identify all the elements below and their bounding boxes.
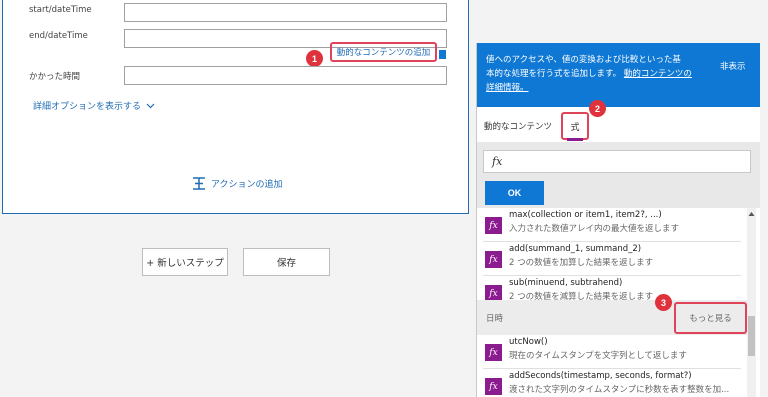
info-text-2: 本的な処理を行う式を追加します。 — [486, 69, 622, 79]
scrollbar[interactable] — [747, 208, 756, 397]
function-icon: fx — [485, 378, 502, 395]
end-datetime-label: end/dateTime — [29, 31, 88, 41]
expression-input[interactable]: fx — [483, 150, 751, 173]
section-header-datetime: 日時 もっと見る — [477, 300, 747, 335]
start-datetime-input[interactable] — [124, 3, 447, 22]
scrollbar-thumb[interactable] — [748, 316, 755, 356]
function-item-addseconds[interactable]: fx addSeconds(timestamp, seconds, format… — [483, 369, 741, 397]
function-name: addSeconds(timestamp, seconds, format?) — [509, 371, 692, 381]
info-text-1: 値へのアクセスや、値の変換および比較といった基 — [486, 55, 681, 65]
function-item-add[interactable]: fx add(summand_1, summand_2) 2 つの数値を加算した… — [483, 242, 741, 276]
tab-expression[interactable]: 式 — [561, 112, 589, 140]
step-badge-2: 2 — [589, 100, 606, 117]
function-desc: 入力された数値アレイ内の最大値を返します — [509, 224, 680, 234]
hide-button[interactable]: 非表示 — [720, 60, 746, 72]
tab-dynamic-content[interactable]: 動的なコンテンツ — [484, 120, 552, 132]
function-item-utcnow[interactable]: fx utcNow() 現在のタイムスタンプを文字列として返します — [483, 335, 741, 369]
see-more-button[interactable]: もっと見る — [674, 302, 747, 334]
new-step-button[interactable]: + 新しいステップ — [142, 248, 228, 276]
function-desc: 現在のタイムスタンプを文字列として返します — [509, 351, 687, 361]
function-icon: fx — [485, 344, 502, 361]
function-name: add(summand_1, summand_2) — [509, 244, 642, 254]
function-name: utcNow() — [509, 337, 548, 347]
section-label: 日時 — [486, 314, 504, 324]
save-button[interactable]: 保存 — [243, 248, 330, 276]
elapsed-time-input[interactable] — [124, 66, 447, 85]
add-action-label: アクションの追加 — [211, 180, 283, 190]
function-item-max[interactable]: fx max(collection or item1, item2?, ...)… — [483, 208, 741, 242]
function-name: max(collection or item1, item2?, ...) — [509, 210, 662, 220]
elapsed-time-label: かかった時間 — [29, 72, 81, 82]
function-icon: fx — [485, 217, 502, 234]
fx-symbol: fx — [492, 155, 503, 168]
ok-button[interactable]: OK — [485, 181, 544, 205]
info-link-2[interactable]: 詳細情報。 — [486, 83, 529, 93]
function-desc: 2 つの数値を加算した結果を返します — [509, 258, 654, 268]
start-datetime-label: start/dateTime — [29, 5, 92, 15]
tab-expression-underline — [567, 138, 583, 141]
expression-area: fx OK — [477, 142, 760, 208]
panel-info-header: 値へのアクセスや、値の変換および比較といった基 本的な処理を行う式を追加します。… — [477, 43, 760, 107]
add-action-icon — [193, 177, 205, 190]
advanced-options-label: 詳細オプションを表示する — [33, 102, 142, 112]
scroll-up-icon[interactable] — [747, 210, 756, 218]
info-link-1[interactable]: 動的コンテンツの — [624, 69, 692, 79]
action-card: start/dateTime end/dateTime 動的なコンテンツの追加 … — [2, 0, 469, 214]
function-name: sub(minuend, subtrahend) — [509, 278, 623, 288]
step-badge-3: 3 — [655, 294, 672, 311]
add-action-button[interactable]: アクションの追加 — [192, 177, 283, 190]
advanced-options-toggle[interactable]: 詳細オプションを表示する — [33, 99, 155, 112]
dynamic-content-panel: 値へのアクセスや、値の変換および比較といった基 本的な処理を行う式を追加します。… — [476, 43, 760, 397]
tab-expression-label: 式 — [570, 122, 580, 133]
panel-connector — [439, 50, 446, 59]
add-dynamic-content-link[interactable]: 動的なコンテンツの追加 — [330, 42, 437, 62]
function-icon: fx — [485, 251, 502, 268]
function-desc: 渡された文字列のタイムスタンプに秒数を表す整数を加... — [509, 385, 730, 395]
chevron-down-icon — [146, 103, 155, 108]
step-badge-1: 1 — [306, 50, 323, 67]
